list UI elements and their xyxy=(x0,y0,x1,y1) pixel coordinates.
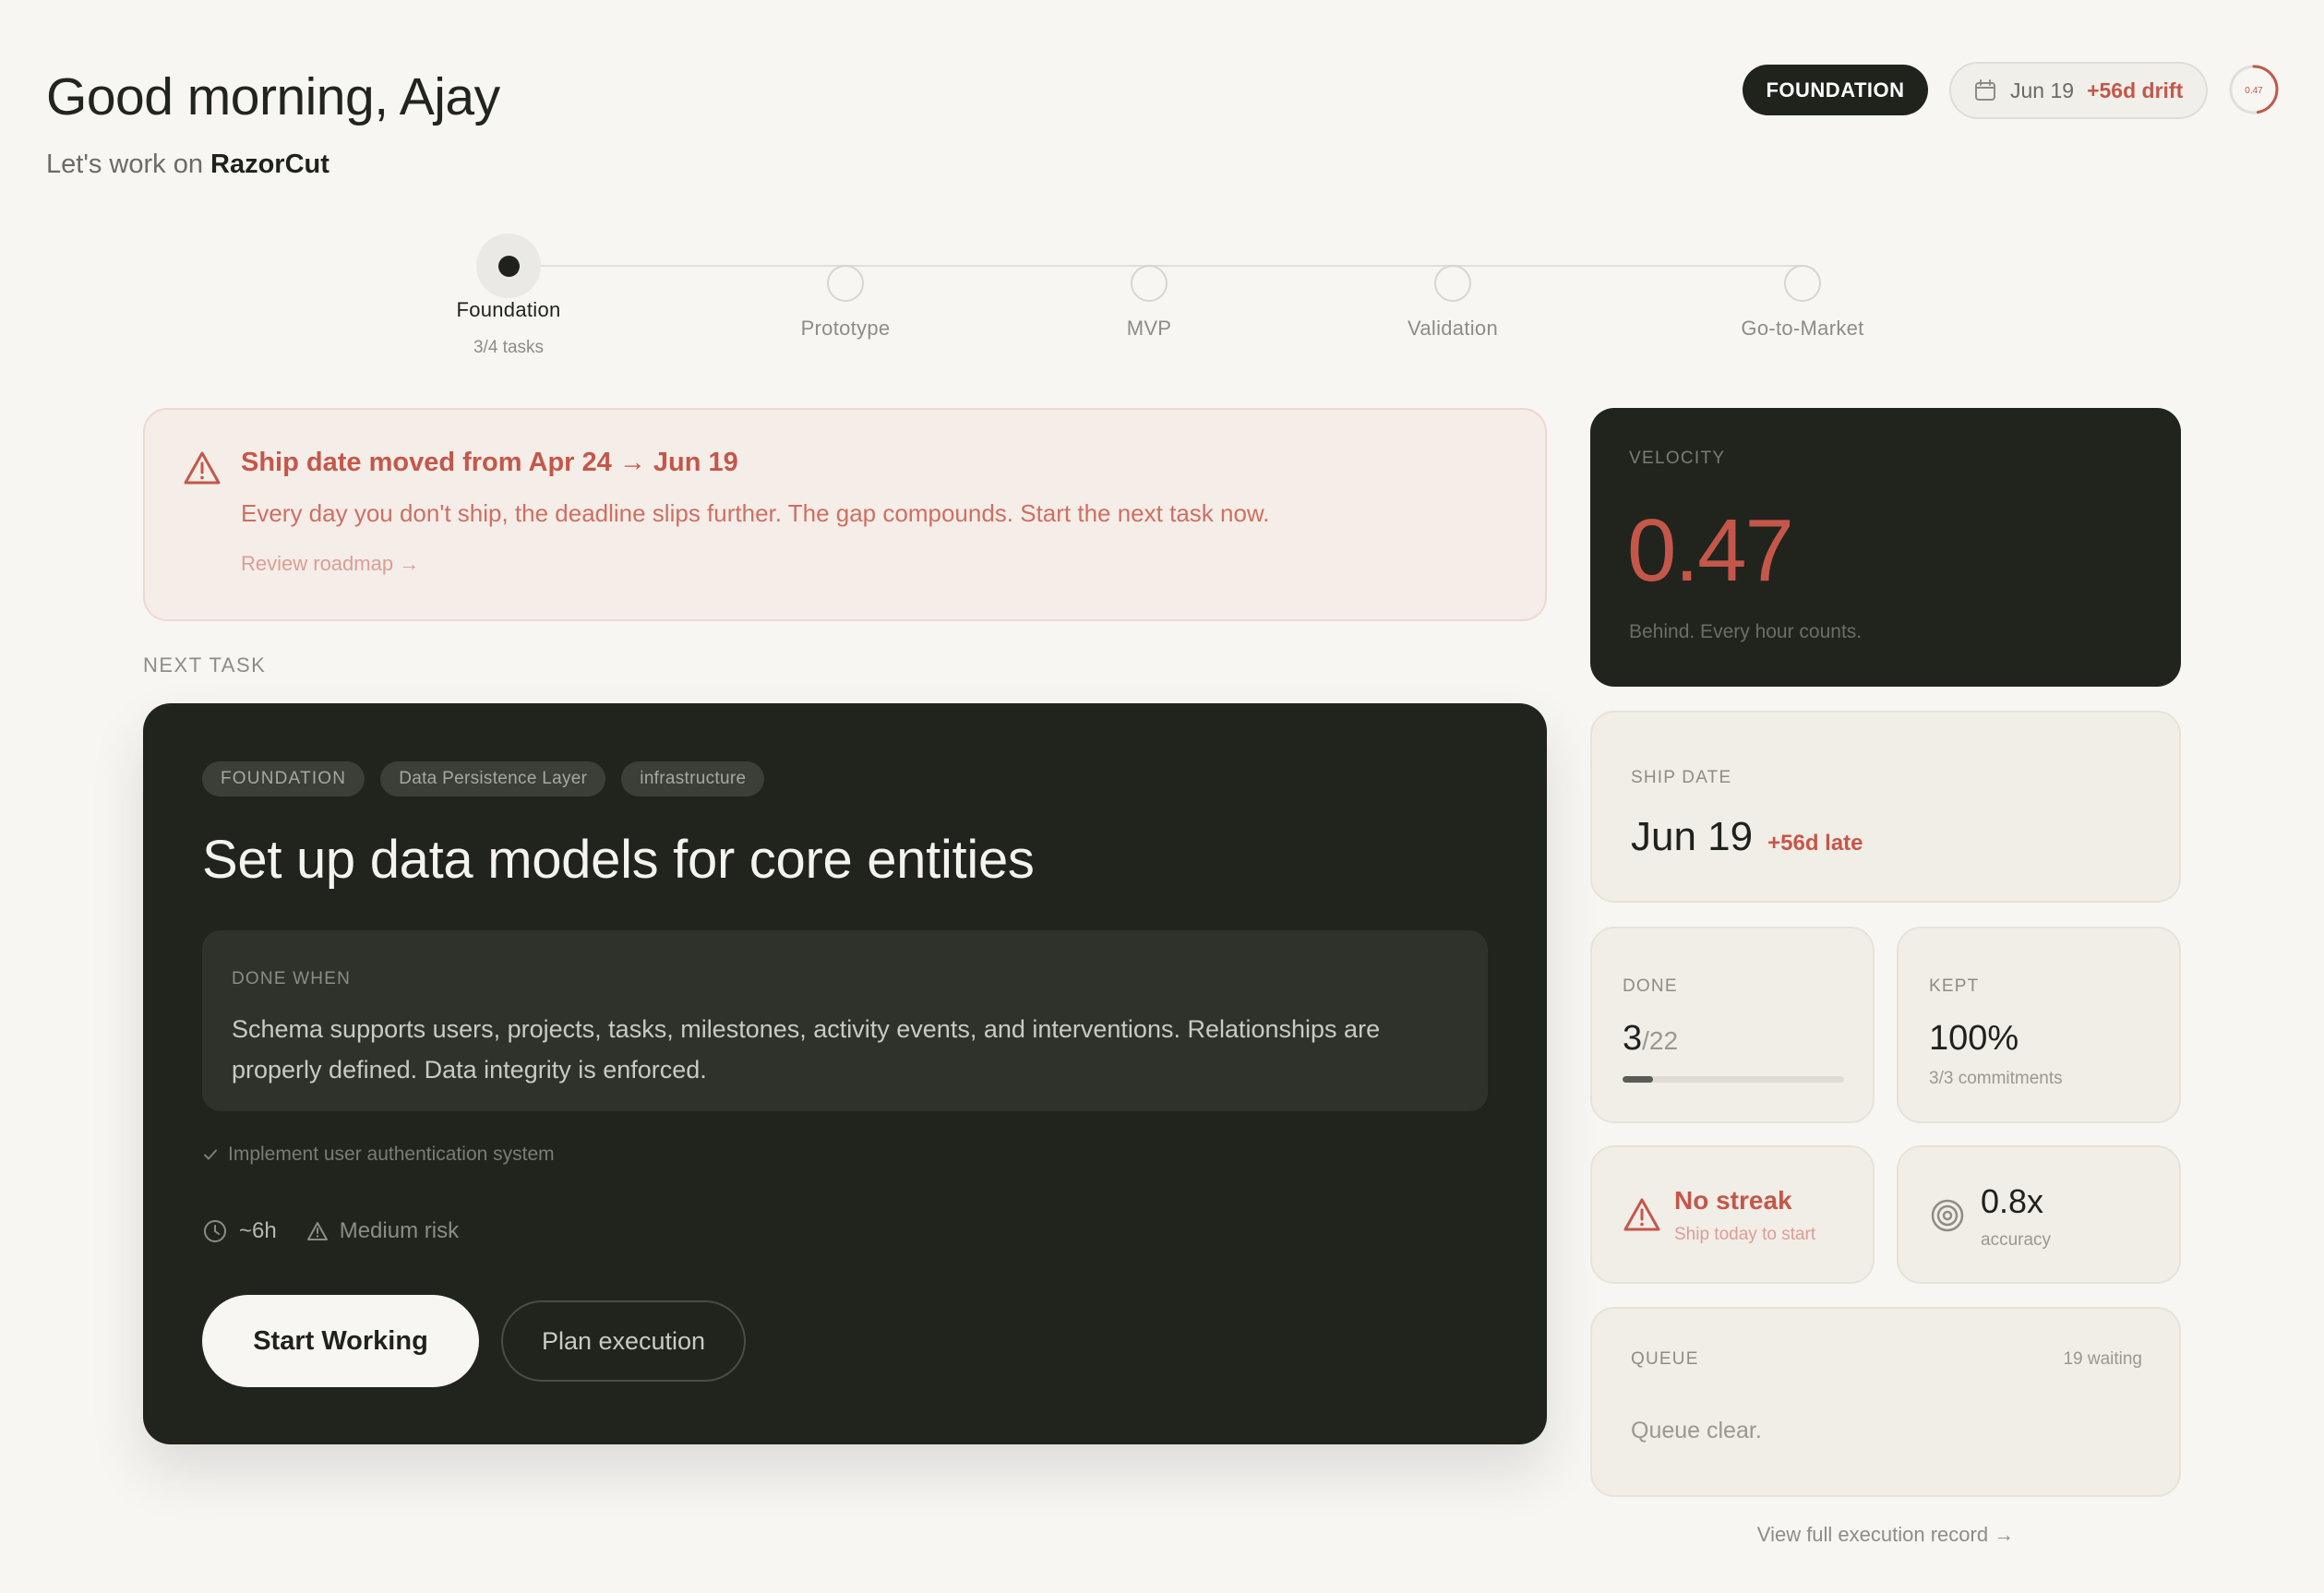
view-execution-record-link[interactable]: View full execution record → xyxy=(1590,1523,2181,1547)
next-task-heading: NEXT TASK xyxy=(143,653,267,677)
step-gtm-label[interactable]: Go-to-Market xyxy=(1741,317,1863,341)
kept-value: 100% xyxy=(1929,1019,2019,1058)
drift-value: +56d drift xyxy=(2087,78,2184,102)
step-mvp-dot[interactable] xyxy=(1131,265,1168,302)
done-progress-fill xyxy=(1623,1076,1653,1083)
step-validation-label[interactable]: Validation xyxy=(1408,317,1498,341)
review-roadmap-link[interactable]: Review roadmap → xyxy=(241,552,419,576)
task-title: Set up data models for core entities xyxy=(202,830,1035,890)
time-estimate: ~6h xyxy=(239,1218,277,1243)
step-prototype-dot[interactable] xyxy=(827,265,864,302)
accuracy-value: 0.8x xyxy=(1981,1182,2044,1220)
clock-icon xyxy=(202,1218,228,1244)
risk-level: Medium risk xyxy=(339,1218,460,1243)
ship-date-card-value: Jun 19 xyxy=(1631,814,1754,859)
kept-label: KEPT xyxy=(1929,976,1980,996)
greeting-title: Good morning, Ajay xyxy=(46,67,500,126)
done-card: DONE 3/22 xyxy=(1590,927,1875,1123)
alert-title: Ship date moved from Apr 24 → Jun 19 xyxy=(241,448,738,477)
velocity-card: VELOCITY 0.47 Behind. Every hour counts. xyxy=(1590,408,2181,687)
done-count: 3 xyxy=(1623,1019,1643,1058)
step-prototype-label[interactable]: Prototype xyxy=(801,317,891,341)
step-validation-dot[interactable] xyxy=(1434,265,1471,302)
ship-date-pill[interactable]: Jun 19 +56d drift xyxy=(1949,62,2208,119)
ship-date-row: Jun 19 +56d late xyxy=(1631,814,1863,860)
streak-card: No streak Ship today to start xyxy=(1590,1145,1875,1284)
done-when-text: Schema supports users, projects, tasks, … xyxy=(232,1015,1381,1084)
task-tags: FOUNDATION Data Persistence Layer infras… xyxy=(202,761,765,796)
accuracy-card: 0.8x accuracy xyxy=(1897,1145,2181,1284)
ship-date-card: SHIP DATE Jun 19 +56d late xyxy=(1590,711,2181,903)
task-meta: ~6h Medium risk xyxy=(202,1218,459,1244)
score-ring-label: 0.47 xyxy=(2245,86,2263,96)
tag-category: infrastructure xyxy=(621,761,765,796)
streak-warning-icon xyxy=(1623,1195,1661,1234)
queue-label: QUEUE xyxy=(1631,1349,1699,1369)
calendar-icon xyxy=(1973,78,1997,102)
current-phase-pill[interactable]: FOUNDATION xyxy=(1743,65,1928,115)
ship-date-label: SHIP DATE xyxy=(1631,768,1732,787)
done-total: /22 xyxy=(1642,1026,1679,1055)
project-subtitle: Let's work on RazorCut xyxy=(46,150,329,180)
dependency-label: Implement user authentication system xyxy=(228,1144,555,1165)
step-foundation-dot[interactable] xyxy=(498,256,520,277)
velocity-value: 0.47 xyxy=(1627,501,1794,600)
done-when-box: DONE WHEN Schema supports users, project… xyxy=(202,930,1488,1111)
done-label: DONE xyxy=(1623,976,1678,996)
start-working-button[interactable]: Start Working xyxy=(202,1295,479,1387)
subtitle-prefix: Let's work on xyxy=(46,150,203,179)
plan-execution-button[interactable]: Plan execution xyxy=(501,1300,746,1382)
queue-card: QUEUE 19 waiting Queue clear. xyxy=(1590,1307,2181,1497)
done-value-row: 3/22 xyxy=(1623,1019,1678,1059)
streak-sub: Ship today to start xyxy=(1674,1225,1816,1244)
step-foundation-label[interactable]: Foundation xyxy=(456,298,560,322)
kept-sub: 3/3 commitments xyxy=(1929,1069,2063,1088)
step-gtm-dot[interactable] xyxy=(1784,265,1821,302)
step-mvp-label[interactable]: MVP xyxy=(1127,317,1172,341)
ship-date-alert: Ship date moved from Apr 24 → Jun 19 Eve… xyxy=(143,408,1547,621)
alert-body: Every day you don't ship, the deadline s… xyxy=(241,499,1270,527)
done-progress-bar xyxy=(1623,1076,1844,1083)
queue-count: 19 waiting xyxy=(2063,1349,2142,1369)
check-icon xyxy=(202,1146,219,1163)
done-when-label: DONE WHEN xyxy=(232,969,352,988)
streak-title: No streak xyxy=(1674,1186,1792,1215)
tag-phase: FOUNDATION xyxy=(202,761,365,796)
next-task-card: FOUNDATION Data Persistence Layer infras… xyxy=(143,703,1547,1444)
velocity-caption: Behind. Every hour counts. xyxy=(1629,621,1863,642)
step-foundation-progress: 3/4 tasks xyxy=(473,338,545,357)
accuracy-label: accuracy xyxy=(1981,1230,2052,1250)
warning-icon xyxy=(183,449,222,486)
queue-empty-state: Queue clear. xyxy=(1631,1418,1762,1443)
dependency-item: Implement user authentication system xyxy=(202,1144,555,1166)
tag-milestone: Data Persistence Layer xyxy=(380,761,606,796)
velocity-score-ring[interactable]: 0.47 xyxy=(2228,62,2280,117)
ship-late-badge: +56d late xyxy=(1767,831,1863,856)
kept-card: KEPT 100% 3/3 commitments xyxy=(1897,927,2181,1123)
ship-date-value: Jun 19 xyxy=(2010,78,2075,102)
project-name[interactable]: RazorCut xyxy=(210,150,329,179)
risk-warning-icon xyxy=(306,1221,329,1241)
velocity-label: VELOCITY xyxy=(1629,449,1726,468)
target-icon xyxy=(1929,1197,1966,1234)
